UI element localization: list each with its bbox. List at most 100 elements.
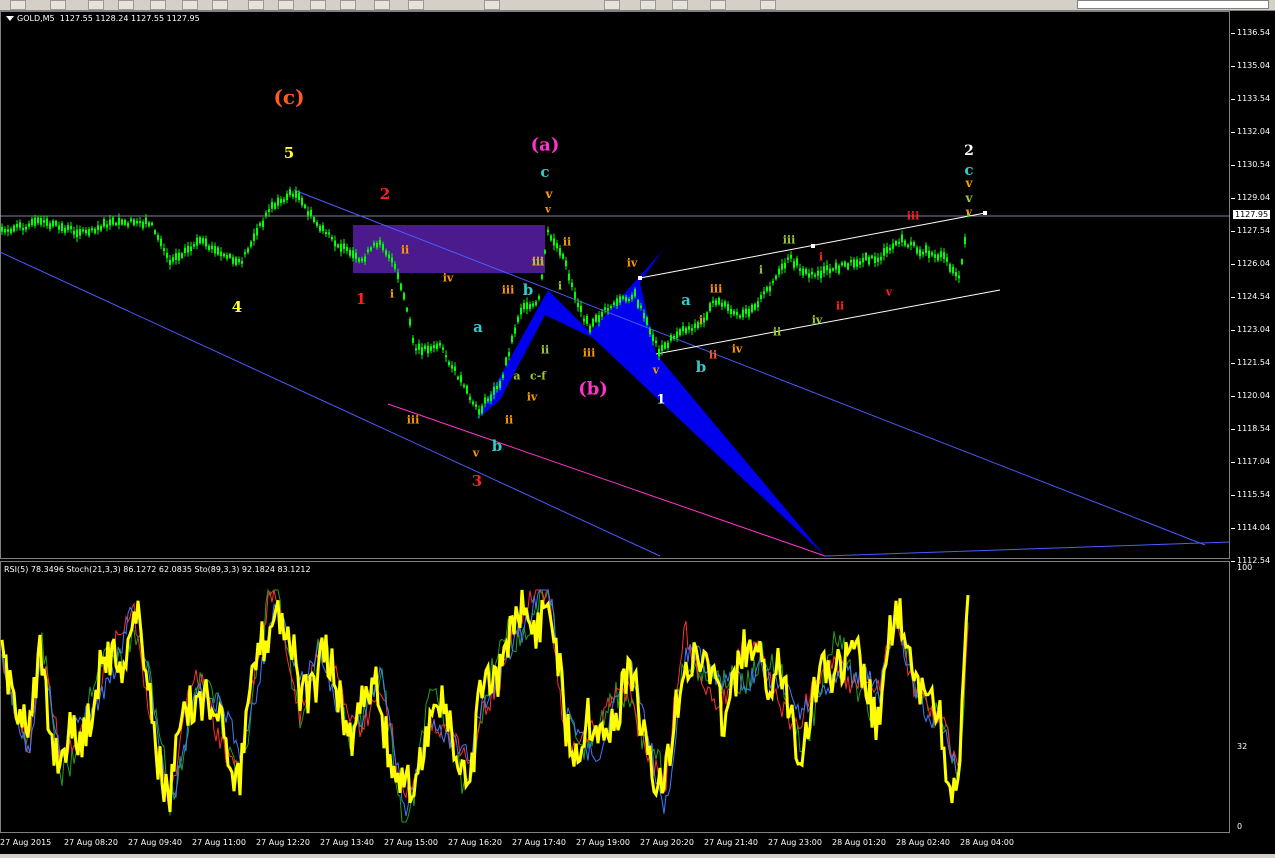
candle-body xyxy=(856,259,858,267)
candle-body xyxy=(628,298,630,302)
candle-body xyxy=(745,308,747,314)
candle-body xyxy=(586,315,588,324)
wave-label: iii xyxy=(582,346,596,360)
wave-label: iii xyxy=(782,233,796,247)
candle-body xyxy=(196,237,198,246)
candle-body xyxy=(1,226,3,232)
candle-body xyxy=(61,223,63,231)
candle-body xyxy=(22,227,24,231)
candle-body xyxy=(763,291,765,295)
axis-tick xyxy=(1231,66,1235,67)
purple-zone xyxy=(353,225,545,273)
candle-body xyxy=(895,241,897,246)
candle-body xyxy=(277,197,279,206)
time-label: 27 Aug 19:00 xyxy=(576,838,630,847)
candle-body xyxy=(736,311,738,316)
candle-body xyxy=(406,307,408,312)
candle-body xyxy=(85,229,87,234)
candle-body xyxy=(709,303,711,312)
indicator-axis[interactable]: 100 32 0 xyxy=(1231,561,1275,833)
candle-body xyxy=(565,260,567,267)
candle-body xyxy=(82,229,84,232)
candle-body xyxy=(214,245,216,254)
candle-body xyxy=(844,261,846,267)
indicator-lines xyxy=(0,588,970,823)
wave-label: i xyxy=(758,263,764,277)
candle-body xyxy=(940,251,942,258)
candle-body xyxy=(883,248,885,256)
wave-label: b xyxy=(695,358,707,376)
candle-body xyxy=(526,302,528,310)
candle-body xyxy=(949,264,951,272)
price-candles xyxy=(1,186,969,419)
candle-body xyxy=(712,300,714,303)
candle-body xyxy=(733,311,735,315)
candle-body xyxy=(796,258,798,266)
wave-label: iv xyxy=(526,390,538,404)
candle-body xyxy=(376,242,378,248)
candle-body xyxy=(541,274,543,279)
candle-body xyxy=(253,233,255,241)
wave-label: 3 xyxy=(471,472,483,490)
candle-body xyxy=(814,274,816,277)
candle-body xyxy=(553,238,555,246)
candle-body xyxy=(556,243,558,249)
chart-header: GOLD,M5 1127.55 1128.24 1127.55 1127.95 xyxy=(6,14,200,23)
candle-body xyxy=(445,355,447,358)
candle-body xyxy=(730,308,732,315)
candle-body xyxy=(793,261,795,268)
price-label: 1124.54 xyxy=(1237,292,1271,301)
candle-body xyxy=(604,307,606,310)
trendline xyxy=(824,541,1231,557)
candle-body xyxy=(595,314,597,322)
candle-body xyxy=(871,255,873,259)
wave-label: iv xyxy=(731,342,743,356)
candle-body xyxy=(70,225,72,230)
candle-body xyxy=(691,328,693,331)
candle-body xyxy=(865,253,867,261)
axis-tick xyxy=(1231,528,1235,529)
wave-label: ii xyxy=(504,413,514,427)
candle-body xyxy=(778,268,780,275)
price-axis[interactable]: 1136.54 1135.04 1133.54 1132.04 1130.54 1129.… xyxy=(1231,11,1275,565)
candle-body xyxy=(880,256,882,261)
candle-body xyxy=(622,296,624,300)
wave-label: ii xyxy=(835,299,845,313)
candle-body xyxy=(919,249,921,257)
chart-canvas xyxy=(0,186,1231,823)
candle-body xyxy=(313,217,315,222)
candle-body xyxy=(241,260,243,264)
candle-body xyxy=(76,229,78,238)
candle-body xyxy=(115,222,117,226)
price-label: 1127.54 xyxy=(1237,226,1271,235)
candle-body xyxy=(190,246,192,252)
candle-body xyxy=(391,257,393,263)
candle-body xyxy=(673,336,675,339)
candle-body xyxy=(460,375,462,383)
candle-body xyxy=(385,250,387,256)
candle-body xyxy=(910,241,912,246)
candle-body xyxy=(154,230,156,235)
candle-body xyxy=(403,292,405,300)
candle-body xyxy=(148,222,150,227)
price-label: 1130.54 xyxy=(1237,160,1271,169)
wave-label: v xyxy=(472,446,480,460)
candle-body xyxy=(286,193,288,201)
candle-body xyxy=(616,298,618,306)
candle-body xyxy=(892,243,894,249)
dropdown-icon[interactable] xyxy=(6,16,14,21)
axis-tick xyxy=(1231,264,1235,265)
candle-body xyxy=(514,327,516,334)
axis-tick xyxy=(1231,330,1235,331)
candle-body xyxy=(13,225,15,232)
candle-body xyxy=(874,256,876,263)
candle-body xyxy=(271,201,273,209)
candle-body xyxy=(769,286,771,292)
candle-body xyxy=(694,323,696,328)
candle-body xyxy=(55,220,57,226)
price-label: 1132.04 xyxy=(1237,127,1271,136)
candle-body xyxy=(397,272,399,280)
wave-label: 4 xyxy=(231,298,243,316)
candle-body xyxy=(142,221,144,229)
price-label: 1114.04 xyxy=(1237,523,1271,532)
